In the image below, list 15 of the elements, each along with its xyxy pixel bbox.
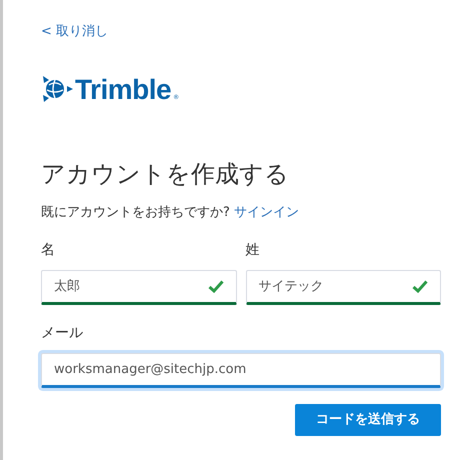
field-label: メール — [41, 324, 84, 343]
input-field[interactable]: worksmanager@sitechjp.com — [41, 353, 441, 388]
logo-icon — [41, 74, 73, 104]
send-code-button[interactable]: コードを送信する — [295, 404, 441, 436]
signin-prompt: 既にアカウントをお持ちですか? — [41, 204, 230, 222]
field-label: 姓 — [246, 241, 260, 260]
page-title: アカウントを作成する — [41, 158, 290, 188]
input-field[interactable]: 太郎 — [41, 270, 236, 305]
checkmark-icon — [412, 280, 428, 293]
input-field[interactable]: サイテック — [246, 270, 441, 305]
field-label: 名 — [41, 241, 56, 260]
checkmark-icon — [208, 280, 224, 293]
cancel-link[interactable]: < 取り消し — [41, 22, 441, 42]
logo-text: Trimble — [75, 76, 172, 104]
signin-link[interactable]: サインイン — [234, 202, 299, 222]
